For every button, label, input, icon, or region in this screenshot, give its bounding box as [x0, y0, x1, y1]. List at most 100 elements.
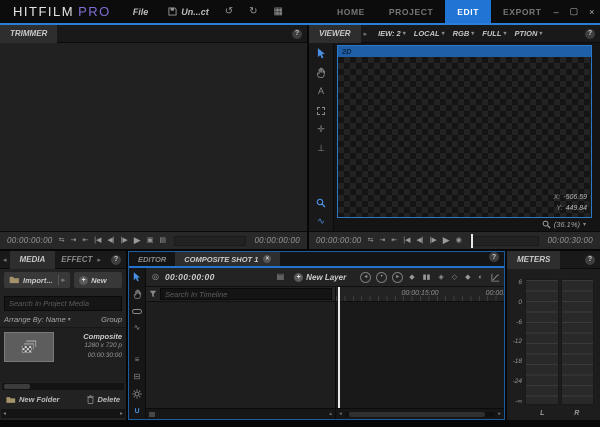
settings-gear-icon[interactable] [131, 389, 143, 399]
step-forward-icon[interactable]: |▶ [430, 237, 437, 244]
editor-help-icon[interactable]: ? [489, 252, 499, 262]
scrollbar-track[interactable] [345, 412, 495, 417]
close-tab-icon[interactable]: × [263, 255, 271, 263]
tab-viewer[interactable]: VIEWER [309, 25, 361, 43]
tab-trimmer[interactable]: TRIMMER [0, 25, 57, 43]
trimmer-help-icon[interactable]: ? [292, 29, 302, 39]
value-graph-icon[interactable] [491, 273, 500, 282]
maximize-icon[interactable]: ▢ [570, 6, 579, 17]
timeline-track-area[interactable] [336, 302, 504, 408]
file-menu[interactable]: File [133, 7, 149, 17]
keyframe-linear-icon[interactable]: ◆ [409, 273, 414, 281]
hand-tool-icon[interactable] [314, 67, 328, 78]
zoom-tool-icon[interactable] [314, 197, 328, 208]
view-mode-dropdown[interactable]: IEW: 2 ▾ [378, 29, 406, 38]
tab-composite-shot[interactable]: COMPOSITE SHOT 1 × [175, 252, 280, 266]
step-back-icon[interactable]: ◀| [107, 237, 114, 244]
tab-edit[interactable]: EDIT [445, 0, 491, 23]
snap-toggle-icon[interactable]: ∪ [131, 406, 143, 416]
tab-effects[interactable]: EFFECT [55, 251, 94, 269]
select-tool-icon[interactable] [131, 272, 143, 282]
play-icon[interactable]: ▶ [443, 236, 450, 245]
media-list-empty-area[interactable] [0, 368, 126, 382]
scrollbar-handle[interactable] [349, 412, 485, 417]
keyframe-smooth-icon[interactable]: ◈ [438, 273, 443, 281]
trimmer-preview-area[interactable] [0, 43, 307, 231]
media-list-item[interactable]: Composite 1280 x 720 p 00:00:30:00 [0, 328, 126, 368]
keyframe-manual-icon[interactable]: ◇ [452, 273, 457, 281]
go-to-start-icon[interactable]: |◀ [403, 237, 410, 244]
import-button[interactable]: Import... ▸ [4, 272, 70, 288]
minimize-icon[interactable]: – [554, 7, 559, 17]
group-by-dropdown[interactable]: Group [101, 315, 122, 324]
export-frame-icon[interactable]: ⇥ [379, 237, 385, 244]
track-list-empty[interactable] [146, 302, 335, 408]
tab-overflow-left-icon[interactable]: ◂ [0, 256, 10, 264]
hand-tool-icon[interactable] [131, 289, 143, 299]
editor-current-timecode[interactable]: 00:00:00:00 [165, 272, 215, 282]
play-icon[interactable]: ▶ [134, 236, 141, 245]
timeline-search-input[interactable] [160, 288, 332, 300]
rate-stretch-tool-icon[interactable]: ∿ [131, 323, 143, 333]
project-save-button[interactable]: Un...ct [168, 7, 209, 17]
redo-icon[interactable]: ↻ [249, 6, 257, 17]
quality-dropdown[interactable]: FULL ▾ [482, 29, 506, 38]
send-to-editor-icon[interactable]: ▣ [147, 237, 154, 244]
scroll-left-arrow-icon[interactable]: ◂ [3, 410, 6, 417]
tab-meters[interactable]: METERS [507, 251, 560, 269]
tab-overflow-right-icon[interactable]: ▸ [361, 30, 371, 38]
scroll-right-arrow-icon[interactable]: ▸ [120, 410, 123, 417]
viewer-current-timecode[interactable]: 00:00:00:00 [316, 236, 362, 245]
text-tool-icon[interactable]: A [314, 86, 328, 97]
media-scrollbar-bottom[interactable]: ◂ ▸ [1, 409, 125, 418]
tab-home[interactable]: HOME [325, 0, 377, 23]
new-folder-button[interactable]: New Folder [6, 395, 59, 404]
trimmer-current-timecode[interactable]: 00:00:00:00 [7, 236, 53, 245]
scroll-left-arrow-icon[interactable]: ◂ [339, 411, 342, 417]
keyframe-hold-icon[interactable]: ▮▮ [423, 273, 431, 281]
filter-funnel-icon[interactable] [149, 290, 157, 298]
timeline-zoom-scrollbar[interactable]: ▴ [146, 409, 336, 419]
media-scrollbar-horizontal[interactable] [2, 383, 124, 390]
tab-media[interactable]: MEDIA [10, 251, 56, 269]
zoom-in-triangle-icon[interactable]: ▴ [329, 411, 332, 417]
loop-playback-icon[interactable]: ⇆ [368, 237, 374, 244]
track-size-icon[interactable]: ≡ [131, 355, 143, 365]
track-options-icon[interactable]: ⊟ [131, 372, 143, 382]
mode-2d-badge[interactable]: 2D [342, 47, 352, 56]
media-help-icon[interactable]: ? [111, 255, 121, 265]
trimmer-scrub-bar[interactable] [174, 236, 246, 246]
select-tool-icon[interactable] [314, 48, 328, 59]
new-button[interactable]: + New [74, 272, 122, 288]
new-layer-button[interactable]: + New Layer [294, 273, 346, 282]
go-to-start-icon[interactable]: |◀ [94, 237, 101, 244]
meters-help-icon[interactable]: ? [585, 255, 595, 265]
timeline-playhead[interactable] [338, 287, 340, 408]
undo-icon[interactable]: ↺ [225, 6, 233, 17]
next-keyframe-icon[interactable]: ▸ [392, 272, 403, 283]
scroll-right-arrow-icon[interactable]: ▸ [498, 411, 501, 417]
tab-export[interactable]: EXPORT [491, 0, 554, 23]
previous-keyframe-icon[interactable]: ◂ [360, 272, 371, 283]
viewer-help-icon[interactable]: ? [585, 29, 595, 39]
send-to-editor-in-icon[interactable]: ▤ [159, 237, 166, 244]
loop-playback-icon[interactable]: ⇆ [59, 237, 65, 244]
set-in-point-icon[interactable]: ⇤ [82, 237, 88, 244]
add-keyframe-icon[interactable]: • [376, 272, 387, 283]
ram-preview-icon[interactable]: ◉ [456, 237, 462, 244]
tab-overflow-right-icon[interactable]: ▸ [94, 256, 104, 264]
delete-button[interactable]: Delete [87, 395, 120, 404]
viewport-canvas[interactable]: X:-506.59 Y:449.84 [338, 57, 591, 217]
keyframe-auto-icon[interactable]: ◆ [465, 273, 470, 281]
media-search-input[interactable] [4, 296, 122, 311]
zoom-chevron-down-icon[interactable]: ▾ [583, 221, 586, 228]
slate-icon[interactable]: ▤ [277, 273, 285, 281]
arrange-by-dropdown[interactable]: Arrange By: Name [4, 315, 66, 324]
move-tool-icon[interactable]: ✛ [314, 124, 328, 135]
space-dropdown[interactable]: LOCAL ▾ [414, 29, 445, 38]
options-dropdown[interactable]: PTION ▾ [514, 29, 542, 38]
slip-tool-icon[interactable] [131, 306, 143, 316]
tab-project[interactable]: PROJECT [377, 0, 445, 23]
timeline-scrollbar[interactable]: ◂ ▸ [336, 409, 504, 419]
keyframe-ease-icon[interactable]: ◐ [478, 274, 482, 281]
